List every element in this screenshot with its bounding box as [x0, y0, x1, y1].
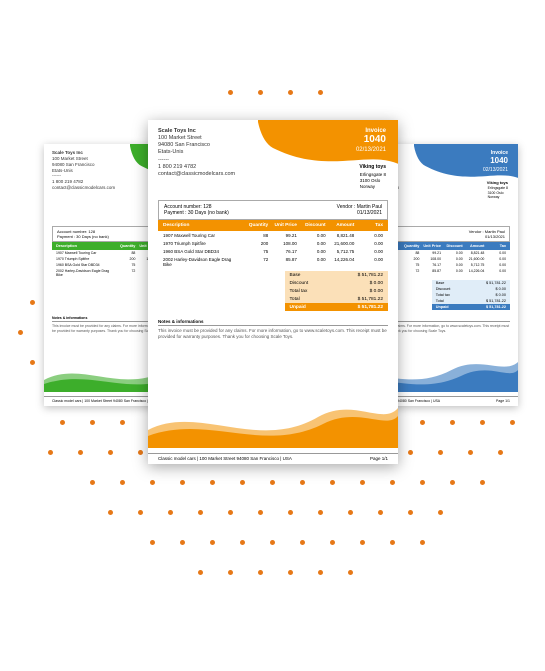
table-row: 1907 Maxwell Touring Car8899.210.008,821… [158, 231, 388, 239]
client-name: Viking toys [487, 180, 508, 185]
meta-row: Account number: 128Payment : 30 Days (no… [158, 200, 388, 220]
company-block: Scale Toys Inc 100 Market Street 94080 S… [158, 128, 235, 178]
client-address: Erlingsgate 8 3100 Oslo Norway [488, 186, 508, 200]
table-rows: 1907 Maxwell Touring Car8899.210.008,821… [158, 231, 388, 268]
invoice-heading: Invoice 1040 02/13/2021 [483, 150, 508, 173]
client-address: Erlingsgate 8 3100 Oslo Norway [360, 172, 386, 190]
invoice-heading: Invoice 1040 02/13/2021 [356, 128, 386, 153]
client-name: Viking toys [359, 164, 386, 170]
invoice-card-orange: Scale Toys Inc 100 Market Street 94080 S… [148, 120, 398, 464]
footer: Classic model cars | 100 Market Street 9… [148, 453, 398, 461]
table-row: 1970 Triumph Spitfire200108.000.0021,600… [158, 239, 388, 247]
table-header: DescriptionQuantityUnit PriceDiscountAmo… [158, 220, 388, 231]
company-name: Scale Toys Inc [158, 128, 235, 135]
company-block: Scale Toys Inc 100 Market Street 94080 S… [52, 150, 115, 191]
table-row: 1960 BSA Gold Star DBD347576.170.005,712… [158, 247, 388, 255]
totals: Base$ 51,781.22 Discount$ 0.00 Total tax… [158, 271, 388, 311]
notes: Notes & informations This invoice must b… [158, 319, 388, 341]
table-row: 2002 Harley-Davidson Eagle Drag Bike7285… [158, 255, 388, 268]
